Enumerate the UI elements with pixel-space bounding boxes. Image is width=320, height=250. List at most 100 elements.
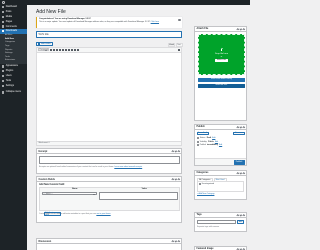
toggle-panel-icon[interactable] [177,240,180,243]
schedule-label: Publish [199,144,206,147]
editor-toolbar: Paragraph [37,48,181,53]
category-checkbox[interactable] [199,183,201,186]
collapse-menu-button[interactable]: Collapse menu [0,90,27,95]
custom-field-name-select[interactable]: — Select — [41,191,97,196]
custom-fields-doc-link[interactable]: use in your theme [96,213,110,215]
align-left-icon[interactable] [65,48,67,51]
dashboard-icon [2,6,5,9]
tab-all-categories[interactable]: All Categories [197,177,213,182]
toolbar-toggle-icon[interactable] [177,48,180,51]
save-draft-button[interactable]: Save Draft [196,131,209,135]
custom-fields-box: Custom Fields Add New Custom Field: Name… [36,176,182,223]
tags-box: Tags Add Separate tags with commas [194,212,247,232]
toggle-panel-icon[interactable] [242,172,245,175]
plugin-icon [2,70,5,73]
schedule-value: immediately [207,144,218,147]
status-icon [197,137,199,140]
submenu-extensions[interactable]: Extensions [0,59,27,63]
attach-file-box: Attach File Drop file here or Select Fil… [194,26,247,121]
publish-box: Publish Save Draft Preview Status: Draft E… [194,124,247,166]
attach-file-title: Attach File [196,28,209,30]
tag-hint: Separate tags with commas [197,225,220,228]
toggle-panel-icon[interactable] [242,28,245,31]
paintbrush-icon [2,65,5,68]
link-icon[interactable] [74,48,76,51]
file-drop-zone[interactable]: Drop file here or Select Files [198,34,245,75]
status-value: Draft [206,137,212,140]
edit-status-link[interactable]: Edit [212,137,215,139]
pin-icon [2,11,5,14]
excerpt-box: Excerpt Excerpts are optional hand-craft… [36,148,182,174]
dismiss-icon[interactable] [178,18,181,21]
tag-input[interactable] [197,220,236,224]
main-content: Add New File Congratulations! You are us… [27,5,250,250]
excerpt-hint: Excerpts are optional hand-crafted summa… [39,166,114,168]
custom-field-table: Name Value — Select — Add Custom Field [39,187,180,216]
notice-link[interactable]: Click here [151,21,159,23]
file-url-button[interactable]: Insert file URL [198,84,245,88]
custom-fields-hint: Custom fields can be used to add extra m… [39,213,96,215]
excerpt-textarea[interactable] [39,156,180,164]
sidebar-item-settings[interactable]: Settings [0,83,27,88]
discussion-box: Discussion [36,238,182,250]
toggle-panel-icon[interactable] [242,126,245,129]
comment-icon [2,25,5,28]
add-media-button[interactable]: Add Media [36,42,53,47]
align-right-icon[interactable] [71,48,73,51]
categories-box: Categories All Categories Most Used Unca… [194,170,247,200]
visibility-value: Public [208,140,214,143]
tab-most-used[interactable]: Most Used [213,177,227,182]
blockquote-icon[interactable] [62,48,64,51]
media-icon [2,15,5,19]
media-icon [38,43,41,46]
title-input[interactable]: WJS title [36,31,182,38]
tags-title: Tags [196,214,202,216]
wordpress-logo-icon[interactable] [2,1,5,4]
publish-title: Publish [196,126,205,128]
toggle-panel-icon[interactable] [177,150,180,153]
custom-field-value-input[interactable] [98,191,178,200]
bullet-list-icon[interactable] [56,48,58,51]
drop-or-text: or [220,55,223,58]
edit-visibility-link[interactable]: Edit [215,141,218,143]
toggle-panel-icon[interactable] [177,178,180,181]
page-title: Add New File [36,9,66,15]
custom-field-sub-label: Add New Custom Field: [39,183,65,186]
categories-title: Categories [196,172,209,174]
read-more-icon[interactable] [77,48,79,51]
add-tag-button[interactable]: Add [237,220,244,224]
downloads-submenu: All Files Add New Categories Tags Report… [0,33,27,65]
publish-button[interactable]: Publish [233,160,245,165]
visibility-icon [197,140,199,143]
format-select[interactable]: Paragraph [38,48,49,52]
word-count: Word count: 0 [36,142,182,146]
settings-icon [2,84,5,87]
status-label: Status: [199,137,206,140]
featured-image-box: Featured Image [194,246,247,250]
excerpt-learn-more-link[interactable]: Learn more about manual excerpts [114,166,142,168]
add-category-link[interactable]: + Add New Category [195,192,246,196]
update-notice: Congratulations! You are using Download … [36,17,182,28]
toggle-panel-icon[interactable] [242,214,245,217]
upload-icon [220,47,224,51]
italic-icon[interactable] [53,48,55,51]
category-list: Uncategorized [197,181,244,193]
users-icon [2,74,5,78]
page-icon [2,20,5,23]
align-center-icon[interactable] [68,48,70,51]
bold-icon[interactable] [50,48,52,51]
content-editor[interactable]: Paragraph [36,47,182,142]
admin-sidebar: Dashboard Posts Media Pages Comments Dow… [0,5,27,250]
notice-body: This is a major update. You must update … [39,20,151,23]
list-item[interactable]: Uncategorized [199,183,242,186]
excerpt-title: Excerpt [38,149,48,153]
numbered-list-icon[interactable] [59,48,61,51]
preview-button[interactable]: Preview [232,131,245,135]
media-library-button[interactable]: Insert from Media Library [198,78,245,82]
drop-text: Drop file here [214,52,229,55]
visibility-label: Visibility: [199,140,208,143]
collapse-icon [2,91,5,94]
edit-schedule-link[interactable]: Edit [219,144,222,146]
calendar-icon [197,144,199,147]
select-files-button[interactable]: Select Files [214,58,229,62]
